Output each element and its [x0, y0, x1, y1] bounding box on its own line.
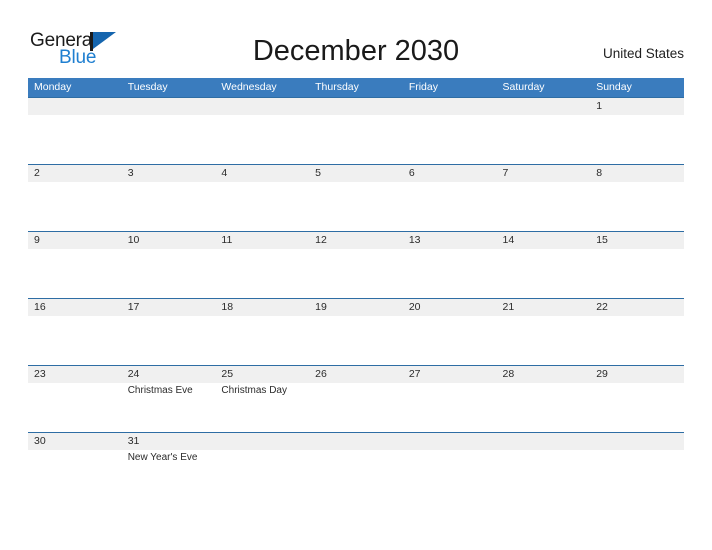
day-cell[interactable]: 25 Christmas Day — [215, 366, 309, 432]
day-cell[interactable]: 13 — [403, 232, 497, 298]
day-number: 15 — [596, 234, 608, 246]
day-cell[interactable]: 28 — [497, 366, 591, 432]
day-number: 18 — [221, 301, 234, 313]
day-number: 6 — [408, 167, 415, 179]
day-cell[interactable] — [309, 433, 403, 499]
day-cell[interactable]: 16 — [28, 299, 122, 365]
day-number: 23 — [34, 368, 46, 380]
day-cell[interactable] — [28, 98, 122, 164]
day-cell[interactable]: 2 — [28, 165, 122, 231]
day-number: 28 — [502, 368, 515, 380]
day-cell[interactable]: 9 — [28, 232, 122, 298]
day-cell[interactable]: 22 — [590, 299, 684, 365]
calendar-week-row: 30 31 New Year's Eve — [28, 432, 684, 499]
day-number: 8 — [596, 167, 603, 179]
day-number: 5 — [315, 167, 321, 179]
day-cell[interactable]: 3 — [122, 165, 216, 231]
day-number: 1 — [596, 100, 603, 112]
day-number: 20 — [408, 301, 421, 313]
calendar-week-row: 2 3 4 5 6 7 8 — [28, 164, 684, 231]
day-number: 11 — [221, 234, 233, 246]
weekday-header-thursday: Thursday — [315, 81, 359, 93]
day-number: 14 — [502, 234, 515, 246]
day-cell[interactable]: 1 — [590, 98, 684, 164]
day-cell[interactable] — [590, 433, 684, 499]
day-number: 19 — [315, 301, 327, 313]
weekday-header-saturday: Saturday — [502, 81, 545, 93]
day-cell[interactable]: 15 — [590, 232, 684, 298]
day-cell[interactable]: 29 — [590, 366, 684, 432]
day-number: 10 — [127, 234, 140, 246]
day-cell[interactable]: 12 — [309, 232, 403, 298]
day-cell[interactable]: 14 — [497, 232, 591, 298]
day-number: 2 — [34, 167, 40, 179]
day-cell[interactable]: 5 — [309, 165, 403, 231]
day-number: 31 — [127, 435, 140, 447]
day-number: 12 — [315, 234, 327, 246]
day-number: 22 — [596, 301, 608, 313]
day-number: 26 — [315, 368, 327, 380]
day-number: 27 — [408, 368, 421, 380]
day-number: 3 — [127, 167, 134, 179]
day-cell[interactable]: 30 — [28, 433, 122, 499]
day-cell[interactable]: 20 — [403, 299, 497, 365]
day-cell[interactable]: 17 — [122, 299, 216, 365]
day-number: 9 — [34, 234, 40, 246]
day-cell[interactable]: 11 — [215, 232, 309, 298]
day-number: 30 — [34, 435, 46, 447]
day-cell[interactable]: 18 — [215, 299, 309, 365]
weekday-header-monday: Monday — [34, 81, 72, 93]
day-number: 4 — [221, 167, 228, 179]
day-cell[interactable] — [122, 98, 216, 164]
day-cell[interactable] — [309, 98, 403, 164]
day-event-label: New Year's Eve — [127, 452, 198, 463]
day-cell[interactable]: 19 — [309, 299, 403, 365]
day-number: 24 — [127, 368, 140, 380]
day-cell[interactable]: 4 — [215, 165, 309, 231]
weekday-header-friday: Friday — [408, 81, 438, 93]
day-cell[interactable] — [403, 98, 497, 164]
calendar-week-row: 9 10 11 12 13 14 15 — [28, 231, 684, 298]
calendar-week-row: 1 — [28, 97, 684, 164]
day-number: 25 — [221, 368, 234, 380]
day-cell[interactable]: 31 New Year's Eve — [122, 433, 216, 499]
day-number: 21 — [502, 301, 515, 313]
day-number: 13 — [408, 234, 421, 246]
calendar-week-row: 16 17 18 19 20 21 22 — [28, 298, 684, 365]
weekday-header-tuesday: Tuesday — [127, 81, 168, 93]
day-cell[interactable] — [215, 98, 309, 164]
day-number: 17 — [127, 301, 140, 313]
day-cell[interactable]: 8 — [590, 165, 684, 231]
calendar-page: General Blue December 2030 United States… — [0, 0, 712, 550]
day-cell[interactable]: 24 Christmas Eve — [122, 366, 216, 432]
day-cell[interactable] — [497, 98, 591, 164]
day-number: 7 — [502, 167, 509, 179]
day-number: 29 — [596, 368, 608, 380]
day-cell[interactable]: 6 — [403, 165, 497, 231]
day-event-label: Christmas Eve — [127, 385, 193, 396]
day-cell[interactable] — [497, 433, 591, 499]
day-number: 16 — [34, 301, 46, 313]
day-cell[interactable]: 27 — [403, 366, 497, 432]
day-cell[interactable]: 21 — [497, 299, 591, 365]
day-cell[interactable]: 23 — [28, 366, 122, 432]
calendar-week-row: 23 24 Christmas Eve 25 Christmas Day 26 … — [28, 365, 684, 432]
page-header: General Blue December 2030 United States — [0, 0, 712, 78]
region-label: United States — [602, 46, 684, 61]
calendar-grid: Monday Tuesday Wednesday Thursday Friday… — [28, 78, 684, 499]
weekday-header-row: Monday Tuesday Wednesday Thursday Friday… — [28, 78, 684, 97]
weekday-header-sunday: Sunday — [596, 81, 632, 93]
day-event-label: Christmas Day — [221, 385, 287, 396]
day-cell[interactable] — [215, 433, 309, 499]
day-cell[interactable]: 7 — [497, 165, 591, 231]
day-cell[interactable] — [403, 433, 497, 499]
weekday-header-wednesday: Wednesday — [221, 81, 277, 93]
day-cell[interactable]: 10 — [122, 232, 216, 298]
day-cell[interactable]: 26 — [309, 366, 403, 432]
